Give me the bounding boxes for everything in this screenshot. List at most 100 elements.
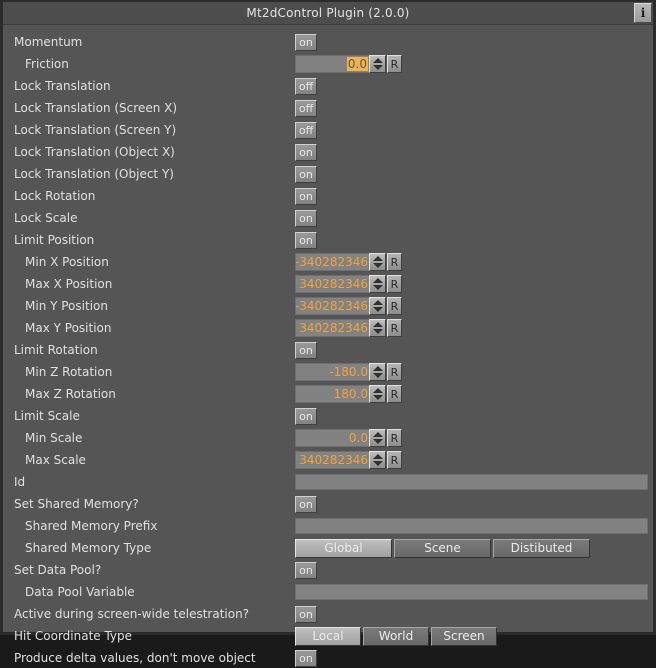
chevron-down-icon[interactable] xyxy=(372,461,383,466)
chevron-down-icon[interactable] xyxy=(372,395,383,400)
chevron-up-icon[interactable] xyxy=(372,454,383,459)
property-row: Shared Memory Type Global Scene Distibuted xyxy=(3,538,653,558)
number-value: 0.0 xyxy=(348,431,368,445)
number-input-max-scale[interactable]: 340282346 xyxy=(295,451,369,469)
property-label-lock-translation-screen-y: Lock Translation (Screen Y) xyxy=(14,123,177,137)
number-value: 0.0 xyxy=(346,57,368,71)
spinbox-max-z-rotation: 180.0 R xyxy=(295,385,402,403)
reset-button-friction[interactable]: R xyxy=(387,55,402,73)
toggle-button-lock-translation-object-y[interactable]: on xyxy=(295,165,317,183)
property-label-min-scale: Min Scale xyxy=(25,431,83,445)
toggle-button-lock-translation-object-x[interactable]: on xyxy=(295,143,317,161)
toggle-button-limit-position[interactable]: on xyxy=(295,231,317,249)
toggle-button-lock-translation[interactable]: off xyxy=(295,77,317,95)
segment-option-distibuted[interactable]: Distibuted xyxy=(493,538,590,558)
chevron-down-icon[interactable] xyxy=(372,439,383,444)
reset-button-min-y-position[interactable]: R xyxy=(387,297,402,315)
reset-button-max-scale[interactable]: R xyxy=(387,451,402,469)
segment-option-world[interactable]: World xyxy=(363,626,429,646)
number-input-max-y-position[interactable]: 340282346 xyxy=(295,319,369,337)
toggle-button-lock-translation-screen-x[interactable]: off xyxy=(295,99,317,117)
spinner-buttons[interactable] xyxy=(369,55,386,73)
reset-button-max-z-rotation[interactable]: R xyxy=(387,385,402,403)
number-value: 180.0 xyxy=(333,387,368,401)
chevron-down-icon[interactable] xyxy=(372,307,383,312)
toggle-button-lock-rotation[interactable]: on xyxy=(295,187,317,205)
toggle-button-set-data-pool[interactable]: on xyxy=(295,561,317,579)
segment-option-scene[interactable]: Scene xyxy=(394,538,491,558)
chevron-up-icon[interactable] xyxy=(372,432,383,437)
chevron-down-icon[interactable] xyxy=(372,329,383,334)
spinner-buttons[interactable] xyxy=(369,319,386,337)
property-control: -180.0 R xyxy=(295,362,402,382)
chevron-down-icon[interactable] xyxy=(372,263,383,268)
number-input-max-z-rotation[interactable]: 180.0 xyxy=(295,385,369,403)
toggle-button-limit-scale[interactable]: on xyxy=(295,407,317,425)
text-input-shared-memory-prefix[interactable] xyxy=(295,518,648,534)
spinner-buttons[interactable] xyxy=(369,451,386,469)
reset-button-min-x-position[interactable]: R xyxy=(387,253,402,271)
property-row: Hit Coordinate Type Local World Screen xyxy=(3,626,653,646)
chevron-up-icon[interactable] xyxy=(372,322,383,327)
property-control: on xyxy=(295,648,317,668)
property-row: Set Data Pool? on xyxy=(3,560,653,580)
toggle-button-produce-delta-values-don-t-move-object[interactable]: on xyxy=(295,649,317,667)
toggle-button-lock-translation-screen-y[interactable]: off xyxy=(295,121,317,139)
chevron-up-icon[interactable] xyxy=(372,278,383,283)
chevron-up-icon[interactable] xyxy=(372,256,383,261)
property-label-min-y-position: Min Y Position xyxy=(25,299,108,313)
property-row: Max X Position 340282346 R xyxy=(3,274,653,294)
property-row: Limit Scale on xyxy=(3,406,653,426)
number-input-min-z-rotation[interactable]: -180.0 xyxy=(295,363,369,381)
toggle-button-set-shared-memory[interactable]: on xyxy=(295,495,317,513)
reset-button-max-y-position[interactable]: R xyxy=(387,319,402,337)
reset-button-max-x-position[interactable]: R xyxy=(387,275,402,293)
property-label-min-x-position: Min X Position xyxy=(25,255,109,269)
chevron-up-icon[interactable] xyxy=(372,58,383,63)
properties-panel: Momentum on Friction 0.0 R Lock Translation of… xyxy=(3,25,653,667)
spinner-buttons[interactable] xyxy=(369,275,386,293)
number-input-min-y-position[interactable]: -340282346 xyxy=(295,297,369,315)
property-label-lock-translation-object-y: Lock Translation (Object Y) xyxy=(14,167,174,181)
property-label-max-x-position: Max X Position xyxy=(25,277,113,291)
titlebar: Mt2dControl Plugin (2.0.0) i xyxy=(3,2,653,25)
spinbox-min-z-rotation: -180.0 R xyxy=(295,363,402,381)
spinner-buttons[interactable] xyxy=(369,363,386,381)
chevron-up-icon[interactable] xyxy=(372,366,383,371)
chevron-down-icon[interactable] xyxy=(372,373,383,378)
property-control: 180.0 R xyxy=(295,384,402,404)
toggle-button-active-during-screen-wide-telestration[interactable]: on xyxy=(295,605,317,623)
number-input-friction[interactable]: 0.0 xyxy=(295,55,369,73)
chevron-down-icon[interactable] xyxy=(372,65,383,70)
property-row: Set Shared Memory? on xyxy=(3,494,653,514)
chevron-up-icon[interactable] xyxy=(372,388,383,393)
property-control: -340282346 R xyxy=(295,252,402,272)
property-control: on xyxy=(295,32,317,52)
toggle-button-limit-rotation[interactable]: on xyxy=(295,341,317,359)
spinner-buttons[interactable] xyxy=(369,385,386,403)
property-control: on xyxy=(295,340,317,360)
text-input-data-pool-variable[interactable] xyxy=(295,584,648,600)
number-input-min-x-position[interactable]: -340282346 xyxy=(295,253,369,271)
reset-button-min-z-rotation[interactable]: R xyxy=(387,363,402,381)
number-input-min-scale[interactable]: 0.0 xyxy=(295,429,369,447)
toggle-button-lock-scale[interactable]: on xyxy=(295,209,317,227)
property-label-set-shared-memory: Set Shared Memory? xyxy=(14,497,139,511)
spinner-buttons[interactable] xyxy=(369,253,386,271)
property-label-shared-memory-prefix: Shared Memory Prefix xyxy=(25,519,158,533)
toggle-button-momentum[interactable]: on xyxy=(295,33,317,51)
info-icon[interactable]: i xyxy=(634,3,652,23)
property-label-limit-scale: Limit Scale xyxy=(14,409,80,423)
segment-option-screen[interactable]: Screen xyxy=(431,626,497,646)
text-input-id[interactable] xyxy=(295,474,648,490)
chevron-up-icon[interactable] xyxy=(372,300,383,305)
segmented-control-shared-memory-type: Global Scene Distibuted xyxy=(295,538,592,558)
reset-button-min-scale[interactable]: R xyxy=(387,429,402,447)
property-row: Data Pool Variable xyxy=(3,582,653,602)
chevron-down-icon[interactable] xyxy=(372,285,383,290)
segment-option-global[interactable]: Global xyxy=(295,538,392,558)
number-input-max-x-position[interactable]: 340282346 xyxy=(295,275,369,293)
segment-option-local[interactable]: Local xyxy=(295,626,361,646)
spinner-buttons[interactable] xyxy=(369,297,386,315)
spinner-buttons[interactable] xyxy=(369,429,386,447)
